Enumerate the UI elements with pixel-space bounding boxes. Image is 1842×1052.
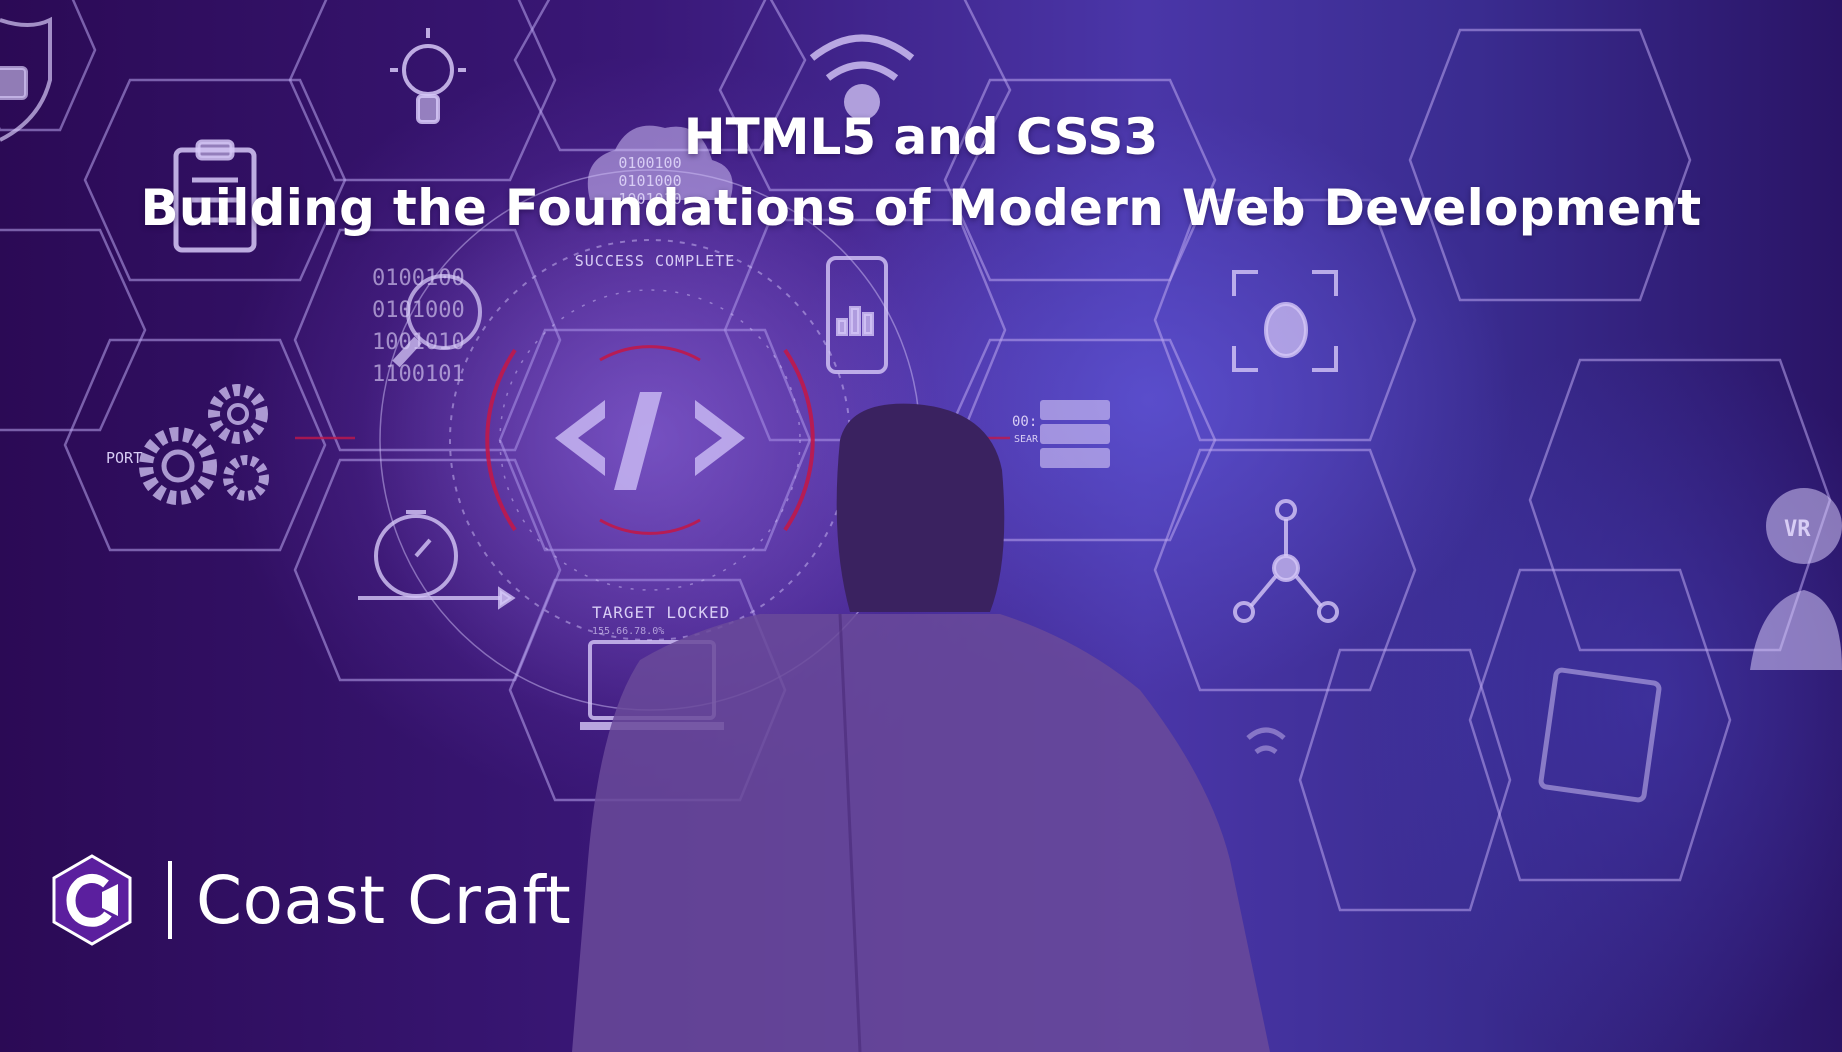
target-locked-label: TARGET LOCKED	[592, 603, 730, 622]
title-line-2: Building the Foundations of Modern Web D…	[140, 179, 1702, 237]
coast-craft-hexagon-logo-icon	[52, 854, 132, 946]
hex-frame	[0, 228, 147, 432]
port-label: PORT	[106, 449, 142, 467]
vr-label: VR	[1784, 517, 1811, 542]
gears-icon	[139, 384, 269, 505]
timer-label: 00:	[1012, 414, 1037, 430]
title-line-1: HTML5 and CSS3	[683, 108, 1159, 166]
brand-lockup: Coast Craft	[52, 852, 571, 948]
vr-headset-icon	[1750, 488, 1842, 670]
slide-title: HTML5 and CSS3 Building the Foundations …	[0, 104, 1842, 246]
svg-text:1100101: 1100101	[372, 362, 465, 387]
server-stack-icon	[1040, 400, 1110, 468]
brand-divider	[168, 861, 172, 939]
search-label: SEAR	[1014, 434, 1039, 445]
bug-scan-icon	[1232, 270, 1338, 372]
hex-frame	[1468, 568, 1732, 882]
svg-text:0101000: 0101000	[372, 298, 465, 323]
wifi-small-icon	[1246, 727, 1286, 755]
monitor-icon	[1538, 667, 1662, 803]
brand-name: Coast Craft	[196, 861, 572, 939]
network-nodes-icon	[1233, 499, 1339, 623]
target-sub-label: 155.66.78.0%	[592, 626, 664, 637]
success-label: SUCCESS COMPLETE	[575, 252, 736, 270]
